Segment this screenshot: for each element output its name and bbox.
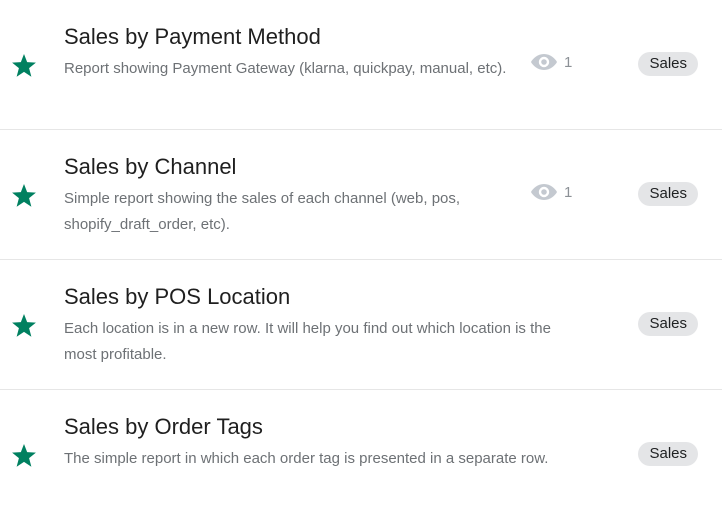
report-row-sales-by-channel[interactable]: Sales by Channel Simple report showing t… <box>0 130 722 260</box>
category-tag: Sales <box>638 52 698 76</box>
star-icon[interactable] <box>11 52 37 78</box>
report-description: Report showing Payment Gateway (klarna, … <box>64 60 507 77</box>
report-row-sales-by-payment-method[interactable]: Sales by Payment Method Report showing P… <box>0 0 722 130</box>
category-tag: Sales <box>638 312 698 336</box>
star-icon[interactable] <box>11 182 37 208</box>
eye-icon <box>530 182 558 202</box>
report-description: Each location is in a new row. It will h… <box>64 320 551 363</box>
views-count: 1 <box>530 52 572 72</box>
report-description: Simple report showing the sales of each … <box>64 190 461 233</box>
views-count: 1 <box>530 182 572 202</box>
report-title[interactable]: Sales by POS Location <box>64 282 584 312</box>
views-number: 1 <box>564 53 573 71</box>
star-icon[interactable] <box>11 442 37 468</box>
report-title[interactable]: Sales by Channel <box>64 152 514 182</box>
report-content: Sales by Order Tags The simple report in… <box>64 412 584 472</box>
category-tag: Sales <box>638 182 698 206</box>
views-number: 1 <box>564 183 573 201</box>
report-content: Sales by Payment Method Report showing P… <box>64 22 514 82</box>
report-row-sales-by-pos-location[interactable]: Sales by POS Location Each location is i… <box>0 260 722 390</box>
report-title[interactable]: Sales by Payment Method <box>64 22 514 52</box>
report-description: The simple report in which each order ta… <box>64 450 549 467</box>
report-content: Sales by Channel Simple report showing t… <box>64 152 514 238</box>
report-content: Sales by POS Location Each location is i… <box>64 282 584 368</box>
eye-icon <box>530 52 558 72</box>
category-tag: Sales <box>638 442 698 466</box>
report-row-sales-by-order-tags[interactable]: Sales by Order Tags The simple report in… <box>0 390 722 520</box>
star-icon[interactable] <box>11 312 37 338</box>
report-title[interactable]: Sales by Order Tags <box>64 412 584 442</box>
report-list: Sales by Payment Method Report showing P… <box>0 0 722 520</box>
